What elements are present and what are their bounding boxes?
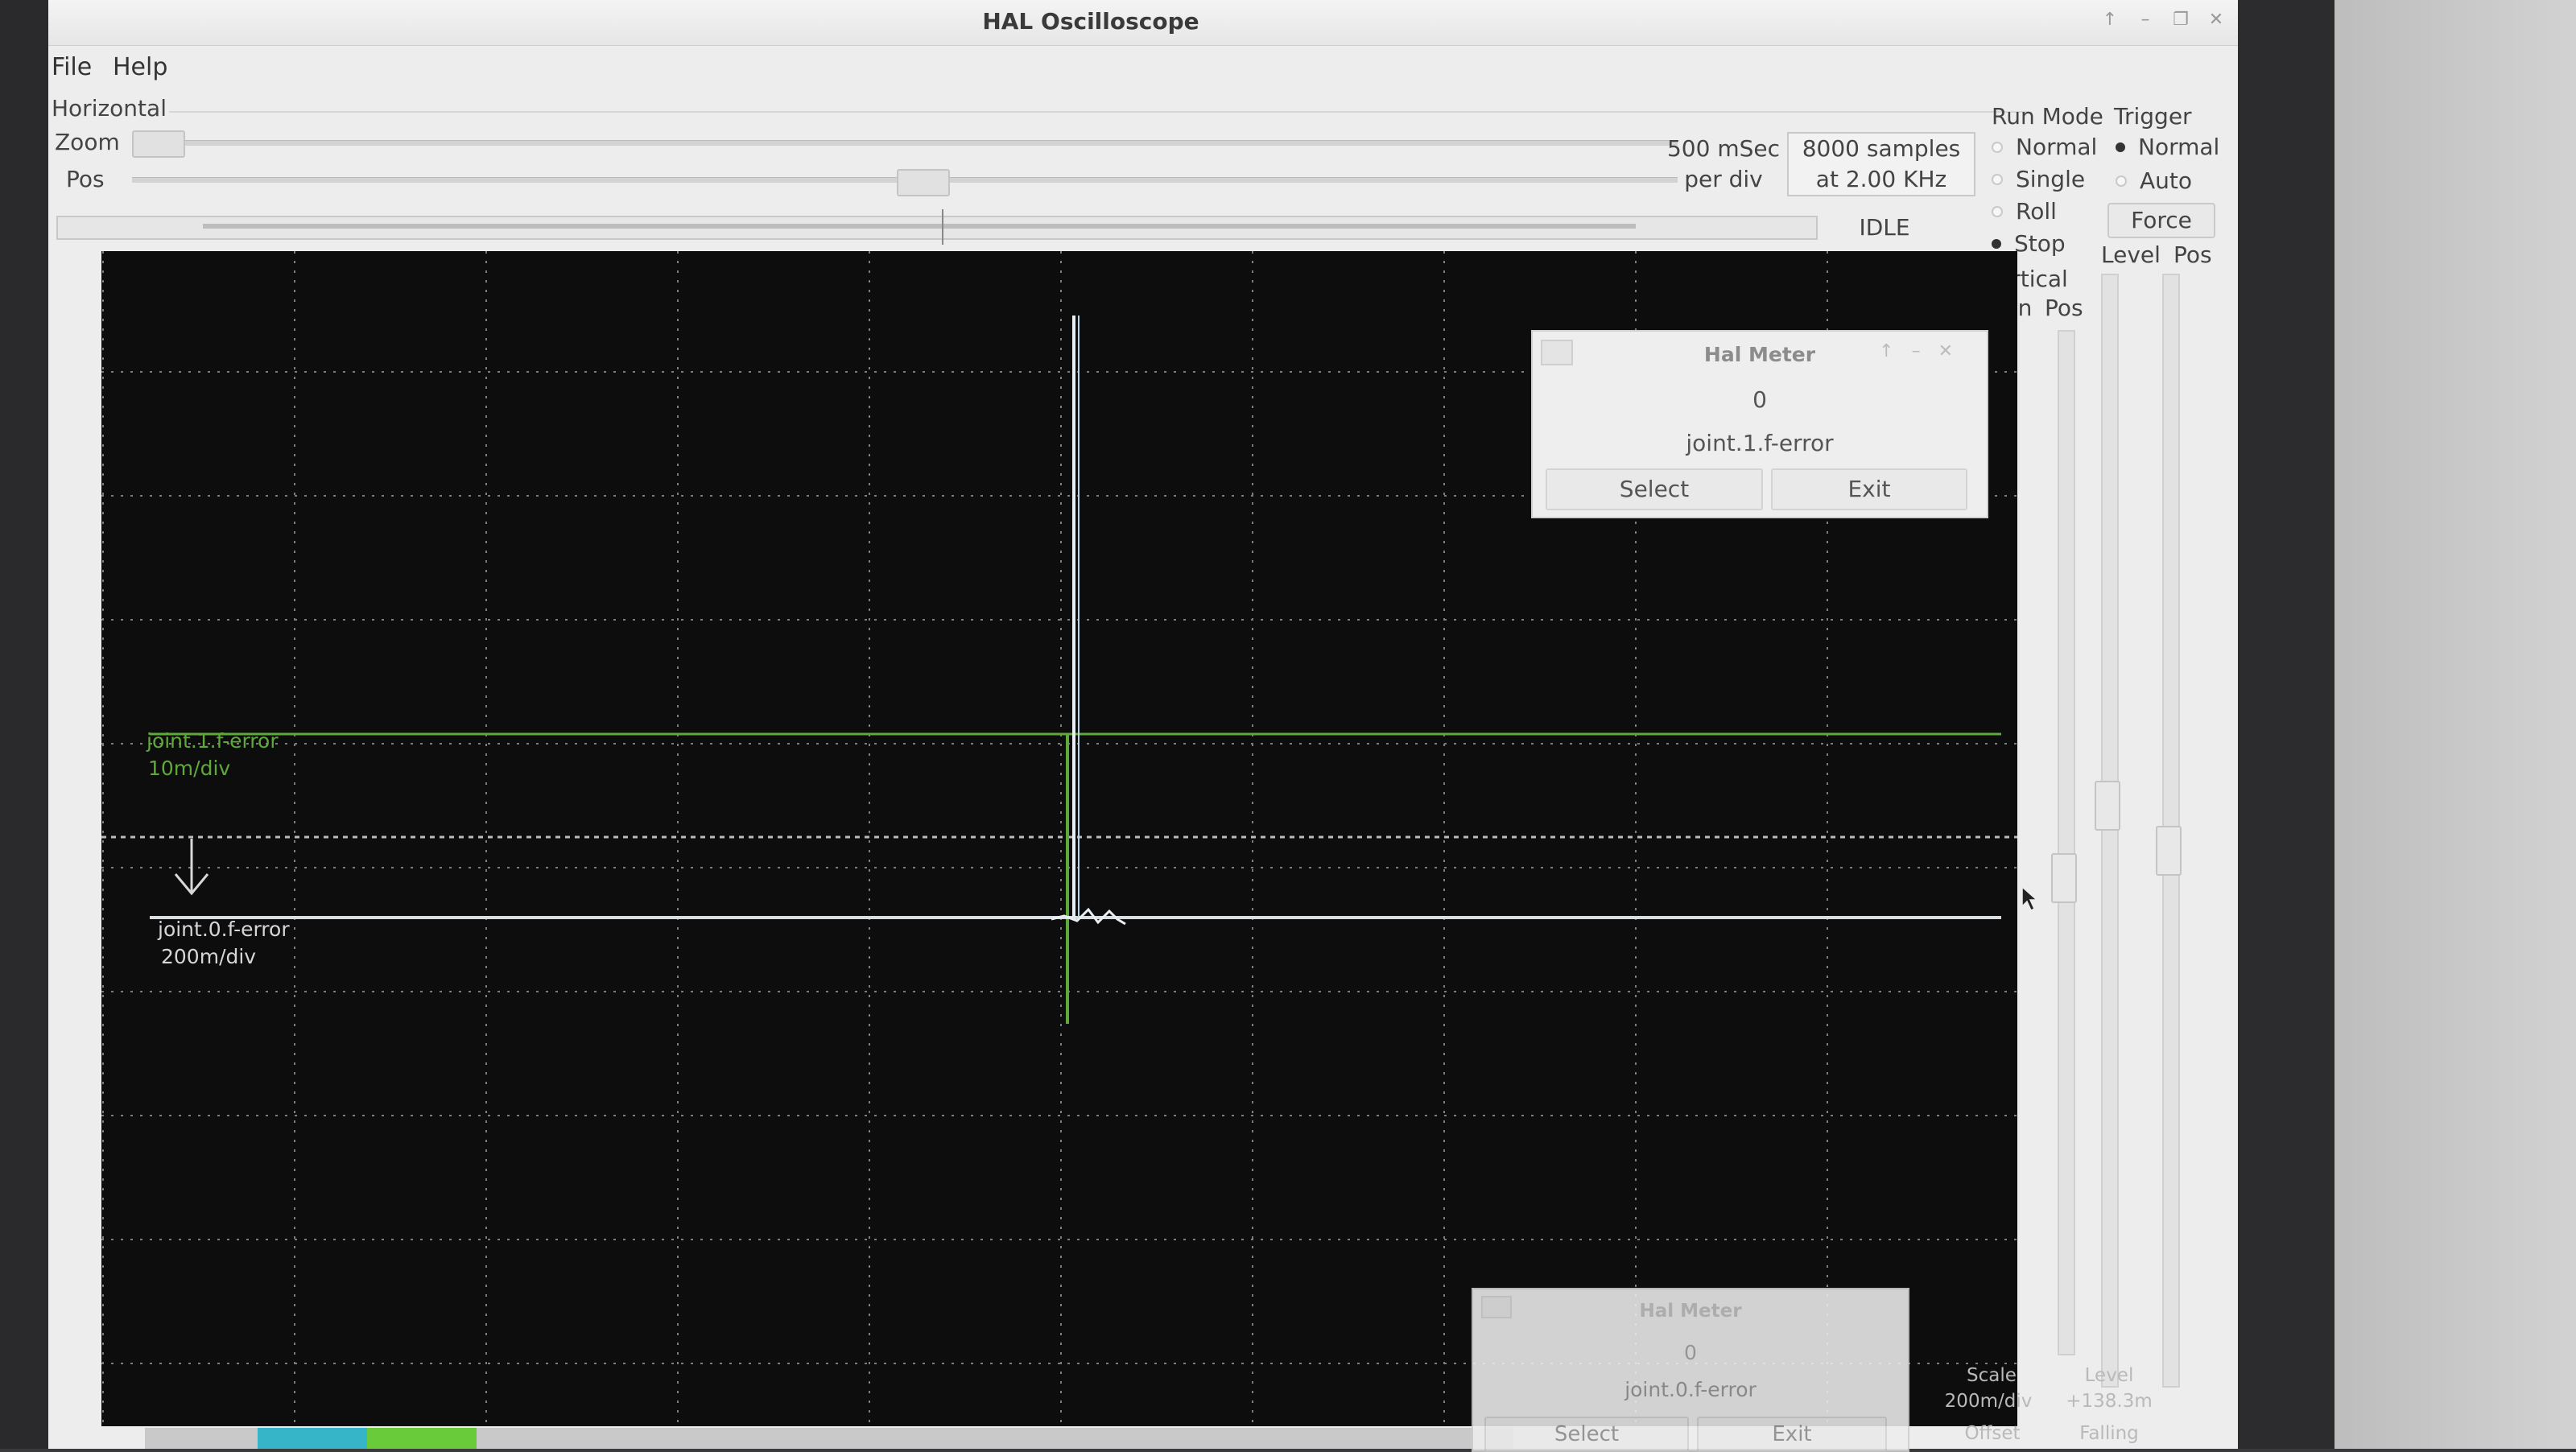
channel-offset-arrow — [174, 839, 209, 896]
meter-window-controls: ↑–✕ — [1879, 341, 1971, 361]
timebase-display: 500 mSec per div — [1663, 134, 1784, 195]
horizontal-label: Horizontal — [52, 95, 167, 122]
samples-display: 8000 samples at 2.00 KHz — [1787, 132, 1975, 196]
meter-select-button[interactable]: Select — [1484, 1417, 1689, 1452]
run-mode-single-label: Single — [2016, 166, 2086, 192]
scale-label: Scale — [1967, 1365, 2017, 1386]
radio-icon — [2116, 175, 2127, 187]
oscilloscope-window: HAL Oscilloscope ↑ – ❐ ✕ File Help Horiz… — [48, 0, 2238, 1449]
channel-button-1[interactable] — [367, 1428, 477, 1449]
trigger-normal-label: Normal — [2138, 134, 2220, 160]
channel1-name: joint.1.f-error — [147, 729, 279, 753]
title-bar: HAL Oscilloscope ↑ – ❐ ✕ — [48, 0, 2238, 46]
pos-slider-handle[interactable] — [897, 169, 950, 196]
run-mode-stop-label: Stop — [2014, 230, 2066, 257]
pos-label: Pos — [66, 166, 105, 192]
timebase-unit: per div — [1684, 166, 1763, 192]
run-mode-single[interactable]: Single — [1992, 166, 2085, 192]
trigger-label: Trigger — [2114, 103, 2192, 130]
zoom-slider-handle[interactable] — [132, 130, 185, 158]
samples-count: 8000 samples — [1802, 135, 1961, 162]
channel-selector-strip — [145, 1428, 1513, 1449]
run-mode-normal[interactable]: Normal — [1992, 134, 2097, 160]
channel0-name: joint.0.f-error — [158, 918, 290, 941]
meter-value: 0 — [1684, 1341, 1697, 1364]
window-controls: ↑ – ❐ ✕ — [2101, 11, 2225, 29]
trigger-pos-handle[interactable] — [2156, 826, 2182, 876]
trigger-level-slider[interactable] — [2101, 274, 2119, 1388]
meter-signal-name: joint.0.f-error — [1624, 1378, 1757, 1401]
radio-selected-icon — [2116, 142, 2125, 152]
meter-exit-button[interactable]: Exit — [1771, 468, 1967, 510]
monitor-bezel-right — [2238, 0, 2334, 1449]
offset-label: Offset — [1964, 1423, 2021, 1444]
raise-icon[interactable]: ↑ — [2101, 11, 2119, 29]
level-value: +138.3m — [2066, 1391, 2153, 1412]
horizontal-frame-line — [169, 111, 2029, 113]
channel0-scale: 200m/div — [161, 945, 257, 968]
timebase-value: 500 mSec — [1666, 135, 1780, 162]
channel-button-0[interactable] — [258, 1428, 367, 1449]
close-icon[interactable]: ✕ — [2207, 11, 2225, 29]
trigger-level-handle[interactable] — [2095, 781, 2120, 831]
record-window-indicator — [203, 224, 1636, 229]
meter-value: 0 — [1752, 386, 1767, 413]
status-indicator: IDLE — [1859, 214, 1910, 241]
zoom-slider-track[interactable] — [132, 140, 1678, 146]
meter-title: Hal Meter — [1639, 1301, 1742, 1322]
falling-label: Falling — [2079, 1423, 2139, 1444]
background-wall — [2334, 0, 2576, 1449]
scale-value: 200m/div — [1944, 1391, 2033, 1412]
channel1-scale: 10m/div — [148, 757, 231, 780]
hal-meter-window: Hal Meter ↑–✕ 0 joint.1.f-error Select E… — [1531, 330, 1988, 518]
meter-signal-name: joint.1.f-error — [1686, 430, 1834, 456]
trigger-position-marker — [942, 209, 943, 245]
radio-selected-icon — [1992, 238, 2001, 249]
maximize-icon[interactable]: ❐ — [2172, 11, 2190, 29]
vertical-pos-label: Pos — [2045, 295, 2083, 321]
mouse-cursor-icon — [2021, 885, 2038, 912]
trigger-normal[interactable]: Normal — [2116, 134, 2219, 160]
close-icon[interactable]: ✕ — [1938, 341, 1971, 361]
menu-help[interactable]: Help — [113, 53, 167, 81]
run-mode-roll-label: Roll — [2016, 198, 2057, 225]
trigger-level-label: Level — [2101, 241, 2161, 268]
level-label: Level — [2084, 1365, 2134, 1386]
trigger-pos-label: Pos — [2174, 241, 2212, 268]
radio-icon — [1992, 205, 2003, 217]
run-mode-normal-label: Normal — [2016, 134, 2098, 160]
trigger-auto[interactable]: Auto — [2116, 167, 2192, 194]
minimize-icon[interactable]: – — [2136, 11, 2154, 29]
radio-icon — [1992, 173, 2003, 185]
window-title: HAL Oscilloscope — [982, 8, 1199, 35]
run-mode-label: Run Mode — [1992, 103, 2103, 130]
meter-select-button[interactable]: Select — [1546, 468, 1763, 510]
run-mode-roll[interactable]: Roll — [1992, 198, 2057, 225]
record-position-bar[interactable] — [56, 209, 1818, 245]
force-trigger-button[interactable]: Force — [2107, 203, 2215, 238]
minimize-icon[interactable]: – — [1912, 341, 1938, 361]
trigger-auto-label: Auto — [2140, 167, 2193, 194]
samples-rate: at 2.00 KHz — [1815, 166, 1947, 192]
radio-icon — [1992, 141, 2003, 153]
vertical-pos-slider[interactable] — [2058, 330, 2075, 1355]
meter-exit-button[interactable]: Exit — [1697, 1417, 1887, 1452]
hal-meter-window-2: Hal Meter 0 joint.0.f-error Select Exit — [1472, 1288, 1909, 1452]
menu-bar: File Help — [48, 47, 2238, 89]
monitor-bezel-left — [0, 0, 48, 1449]
raise-icon[interactable]: ↑ — [1879, 341, 1911, 361]
menu-file[interactable]: File — [52, 53, 92, 81]
zoom-label: Zoom — [55, 129, 120, 155]
vertical-pos-handle[interactable] — [2051, 853, 2077, 903]
